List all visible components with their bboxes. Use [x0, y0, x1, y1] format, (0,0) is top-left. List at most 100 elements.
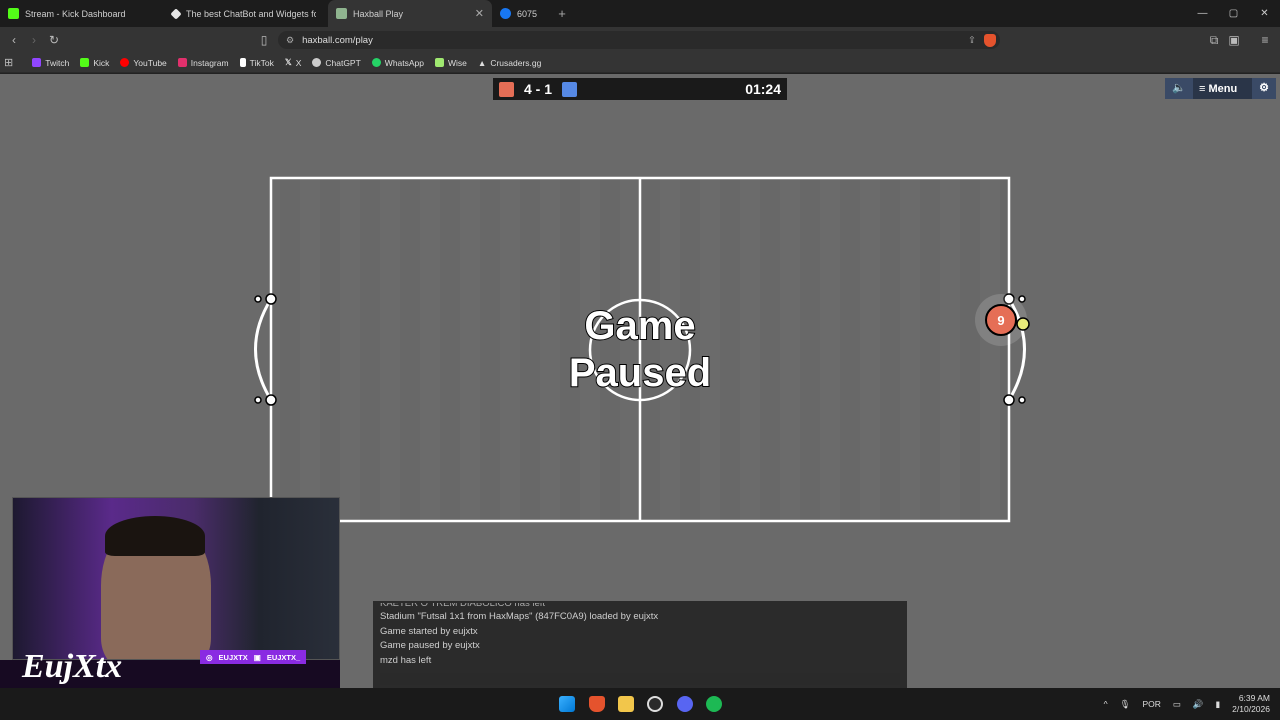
game-paused-line2: Paused: [569, 351, 711, 395]
goal-post: [265, 293, 277, 305]
settings-gear-icon[interactable]: ⚙: [1252, 78, 1276, 99]
tab-title: Stream - Kick Dashboard: [25, 8, 126, 19]
tab-title: The best ChatBot and Widgets for Ki: [186, 8, 316, 19]
tab-kick-dashboard[interactable]: Stream - Kick Dashboard: [0, 0, 164, 27]
blue-team-icon: [562, 81, 578, 97]
goal-post: [254, 295, 262, 303]
game-menu-bar: 🔈 ≡ Menu ⚙: [1165, 78, 1276, 99]
haxball-icon: [336, 8, 347, 19]
tab-haxball-play[interactable]: Haxball Play ✕: [328, 0, 492, 27]
social-handles: ◎ EUJXTX ▣ EUJXTX_: [200, 650, 307, 664]
url-field[interactable]: ⚙ haxball.com/play ⇪: [278, 31, 1000, 49]
menu-label: Menu: [1208, 82, 1238, 95]
goal-post: [1018, 295, 1026, 303]
clock[interactable]: 6:39 AM 2/10/2026: [1232, 693, 1270, 715]
facebook-icon: [500, 8, 511, 19]
goal-post: [254, 396, 262, 404]
windows-taskbar: ^ 🎙 POR ▭ 🔊 ▮ 6:39 AM 2/10/2026: [0, 688, 1280, 720]
chat-message: Game paused by eujxtx: [380, 640, 480, 651]
streamer-hair: [105, 516, 205, 556]
extensions-icon[interactable]: ⧉: [1204, 33, 1224, 48]
game-timer: 01:24: [745, 81, 781, 97]
bookmarks-bar: ⊞ Twitch Kick YouTube Instagram TikTok 𝕏…: [0, 53, 1280, 73]
kick-icon: [80, 58, 90, 67]
chat-message: Stadium "Futsal 1x1 from HaxMaps" (847FC…: [380, 611, 659, 622]
spotify-icon[interactable]: [706, 696, 722, 712]
tab-facebook[interactable]: 6075: [492, 0, 548, 27]
scoreboard: 4 - 1 01:24: [493, 78, 787, 100]
bookmark-whatsapp[interactable]: WhatsApp: [371, 58, 424, 68]
twitch-handle: EUJXTX_: [266, 652, 301, 662]
discord-icon[interactable]: [677, 696, 693, 712]
goal-post: [265, 394, 277, 406]
goal-post: [1018, 396, 1026, 404]
network-icon[interactable]: ▭: [1173, 699, 1181, 710]
tiktok-icon: [239, 58, 246, 67]
chat-message: Game started by eujxtx: [380, 625, 478, 637]
webcam-overlay: [12, 497, 340, 660]
game-paused-line1: Game: [584, 304, 695, 348]
instagram-icon: [177, 58, 187, 67]
microphone-icon[interactable]: 🎙: [1120, 699, 1131, 710]
chat-message: mzd has left: [380, 654, 432, 666]
close-window-button[interactable]: ✕: [1249, 0, 1280, 27]
site-info-icon[interactable]: ⚙: [286, 35, 294, 46]
bookmark-chatgpt[interactable]: ChatGPT: [312, 57, 361, 68]
left-goal: [254, 298, 273, 401]
wallet-icon[interactable]: ▣: [1224, 33, 1244, 47]
obs-icon[interactable]: [647, 696, 663, 712]
twitch-icon: ▣: [253, 652, 261, 662]
tab-botrix[interactable]: The best ChatBot and Widgets for Ki: [164, 0, 328, 27]
bookmark-tiktok[interactable]: TikTok: [239, 57, 274, 68]
windows-start-icon[interactable]: [559, 696, 575, 712]
battery-icon[interactable]: ▮: [1215, 699, 1220, 710]
apps-grid-icon[interactable]: ⊞: [4, 56, 13, 69]
close-tab-icon[interactable]: ✕: [475, 7, 484, 20]
twitch-icon: [32, 58, 42, 67]
minimize-button[interactable]: —: [1187, 0, 1218, 27]
forward-button[interactable]: ›: [24, 33, 44, 47]
file-explorer-icon[interactable]: [618, 696, 634, 712]
x-icon: 𝕏: [284, 57, 292, 67]
browser-menu-icon[interactable]: ≡: [1255, 33, 1275, 47]
wise-icon: [435, 58, 445, 67]
language-indicator[interactable]: POR: [1142, 699, 1160, 709]
maximize-button[interactable]: ▢: [1218, 0, 1249, 27]
red-team-icon: [499, 81, 514, 97]
bookmark-label: X: [295, 57, 302, 68]
bookmark-kick[interactable]: Kick: [80, 58, 109, 68]
new-tab-button[interactable]: +: [552, 6, 572, 21]
reload-button[interactable]: ↻: [44, 33, 64, 47]
bookmark-icon[interactable]: ▯: [254, 33, 274, 47]
instagram-icon: ◎: [206, 652, 213, 662]
sound-icon[interactable]: 🔈: [1165, 78, 1193, 99]
whatsapp-icon: [371, 58, 381, 67]
bookmark-label: Kick: [93, 57, 110, 68]
menu-button[interactable]: ≡ Menu: [1193, 83, 1252, 95]
bookmark-twitch[interactable]: Twitch: [32, 58, 69, 68]
share-icon[interactable]: ⇪: [968, 35, 976, 46]
brave-shield-icon[interactable]: [984, 33, 996, 47]
bookmark-label: ChatGPT: [325, 57, 361, 68]
bookmark-wise[interactable]: Wise: [435, 58, 467, 68]
chat-input[interactable]: [380, 673, 900, 685]
back-button[interactable]: ‹: [4, 33, 24, 47]
bookmark-label: TikTok: [249, 57, 274, 68]
bookmark-youtube[interactable]: YouTube: [120, 58, 167, 68]
brave-browser-icon[interactable]: [589, 696, 605, 712]
stream-banner: EujXtx ◎ EUJXTX ▣ EUJXTX_: [0, 648, 340, 688]
volume-icon[interactable]: 🔊: [1193, 699, 1204, 710]
bookmark-label: Twitch: [45, 57, 70, 68]
window-controls: — ▢ ✕: [1187, 0, 1280, 27]
score-text: 4 - 1: [524, 81, 553, 97]
ball: [1016, 317, 1030, 331]
tab-bar: Stream - Kick Dashboard The best ChatBot…: [0, 0, 1280, 27]
youtube-icon: [120, 58, 130, 67]
clock-time: 6:39 AM: [1238, 693, 1270, 703]
player-number: 9: [997, 313, 1004, 328]
bookmark-x[interactable]: 𝕏X: [285, 57, 302, 68]
tray-chevron-icon[interactable]: ^: [1104, 699, 1108, 709]
bookmark-instagram[interactable]: Instagram: [177, 58, 229, 68]
bookmark-crusaders[interactable]: ▲ Crusaders.gg: [478, 58, 541, 68]
clock-date: 2/10/2026: [1232, 704, 1270, 714]
